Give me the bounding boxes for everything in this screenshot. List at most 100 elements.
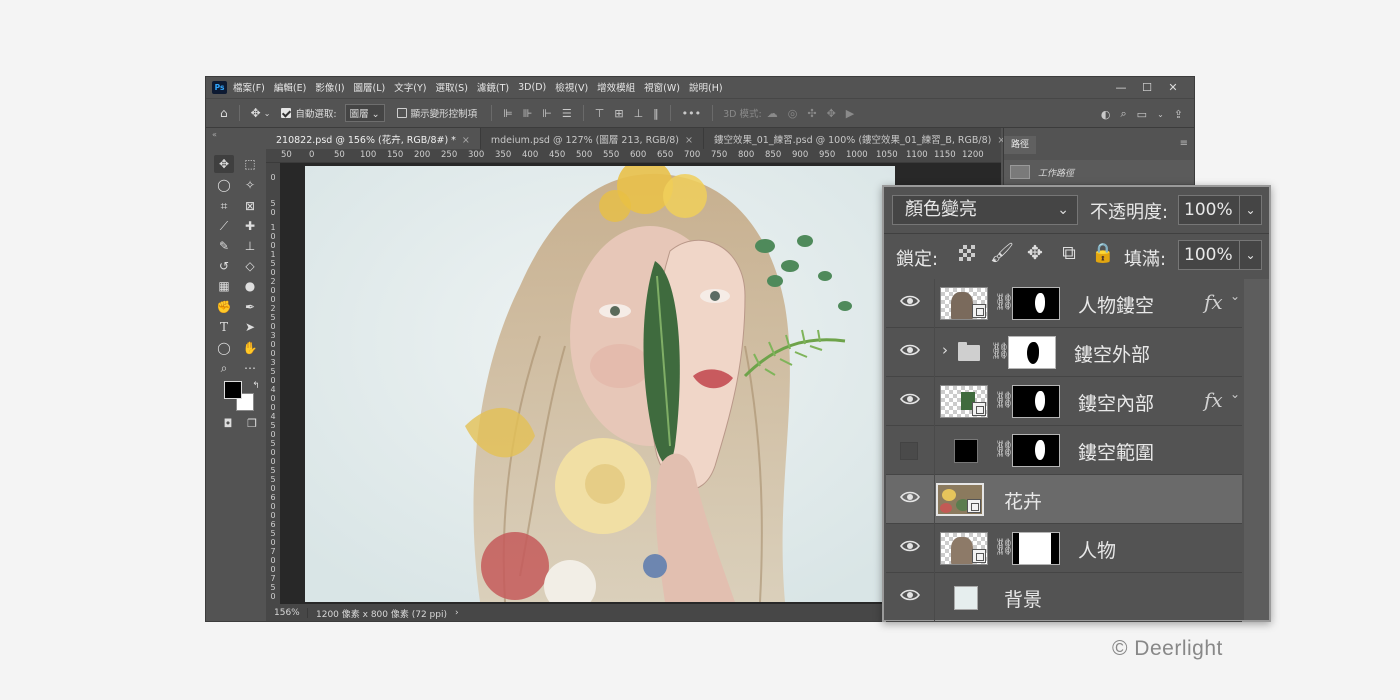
screen-mode-icon[interactable]: ❐	[242, 415, 262, 433]
eye-icon[interactable]	[900, 294, 920, 308]
menu-layer[interactable]: 圖層(L)	[354, 80, 386, 94]
menu-view[interactable]: 檢視(V)	[555, 80, 588, 94]
gradient-tool-icon[interactable]: ▦	[214, 277, 234, 295]
lasso-tool-icon[interactable]: ◯	[214, 176, 234, 194]
workspace-icon[interactable]: ▭	[1137, 108, 1147, 121]
minimize-icon[interactable]: —	[1108, 81, 1134, 94]
eyedropper-icon[interactable]: ⟋	[214, 217, 234, 235]
tab-paths[interactable]: 路徑	[1004, 136, 1036, 154]
distribute-vertical-icon[interactable]: ‖	[653, 107, 659, 120]
chevron-down-icon[interactable]: ⌄	[1239, 196, 1261, 224]
align-left-icon[interactable]: ⊫	[503, 107, 513, 120]
link-icon[interactable]: ⛓	[990, 341, 1010, 363]
chevron-down-icon[interactable]: ⌄	[1230, 387, 1240, 401]
close-tab-icon[interactable]: ×	[462, 135, 470, 146]
layer-row-flowers[interactable]: 花卉	[886, 475, 1242, 524]
show-transform-checkbox[interactable]	[396, 108, 407, 118]
tab-hollow-effect[interactable]: 鏤空效果_01_練習.psd @ 100% (鏤空效果_01_練習_B, RGB…	[704, 128, 1017, 149]
foreground-color-swatch[interactable]	[224, 381, 242, 399]
type-tool-icon[interactable]: T	[214, 318, 234, 336]
pen-tool-icon[interactable]: ✒	[240, 298, 260, 316]
align-bottom-icon[interactable]: ⊥	[634, 107, 644, 120]
zoom-level[interactable]: 156%	[266, 608, 308, 618]
menu-plugins[interactable]: 增效模組	[597, 80, 635, 94]
layer-effects-icon[interactable]: fx	[1204, 290, 1223, 314]
quick-mask-icon[interactable]: ◘	[218, 415, 238, 433]
eye-icon[interactable]	[900, 490, 920, 504]
brush-tool-icon[interactable]: ✎	[214, 237, 234, 255]
eye-icon[interactable]	[900, 588, 920, 602]
chevron-down-icon[interactable]: ⌄	[1239, 241, 1261, 269]
3d-camera-icon[interactable]: ▶	[846, 107, 854, 120]
link-icon[interactable]: ⛓	[994, 292, 1014, 314]
stamp-tool-icon[interactable]: ⊥	[240, 237, 260, 255]
chevron-down-icon[interactable]: ⌄	[1230, 289, 1240, 303]
layer-row-person-cutout[interactable]: ⛓ 人物鏤空 fx ⌄	[886, 279, 1242, 328]
frame-tool-icon[interactable]: ⊠	[240, 197, 260, 215]
close-tab-icon[interactable]: ×	[685, 135, 693, 146]
lock-image-pixels-icon[interactable]: 🖌	[990, 241, 1014, 265]
move-tool-icon[interactable]: ✥	[214, 155, 234, 173]
3d-orbit-icon[interactable]: ☁	[767, 107, 778, 120]
menu-window[interactable]: 視窗(W)	[644, 80, 680, 94]
move-tool-icon[interactable]: ✥	[251, 106, 261, 120]
eye-icon[interactable]	[900, 539, 920, 553]
layer-row-background[interactable]: 背景	[886, 573, 1242, 622]
menu-select[interactable]: 選取(S)	[435, 80, 467, 94]
panel-menu-icon[interactable]: ≡	[1180, 138, 1188, 149]
menu-type[interactable]: 文字(Y)	[394, 80, 426, 94]
opacity-field[interactable]: 100% ⌄	[1178, 195, 1262, 225]
visibility-toggle-off[interactable]	[900, 442, 918, 460]
lock-artboard-icon[interactable]: ⧉	[1057, 241, 1081, 265]
menu-filter[interactable]: 濾鏡(T)	[477, 80, 509, 94]
link-icon[interactable]: ⛓	[994, 439, 1014, 461]
home-icon[interactable]: ⌂	[220, 106, 228, 120]
magic-wand-icon[interactable]: ✧	[240, 176, 260, 194]
3d-pan-icon[interactable]: ✣	[807, 107, 816, 120]
distribute-icon[interactable]: ☰	[562, 107, 572, 120]
layer-row-cutout-inner[interactable]: ⛓ 鏤空內部 fx ⌄	[886, 377, 1242, 426]
eraser-tool-icon[interactable]: ◇	[240, 257, 260, 275]
maximize-icon[interactable]: ☐	[1134, 81, 1160, 94]
document-canvas[interactable]	[305, 166, 895, 602]
blend-mode-dropdown[interactable]: 顏色變亮 ⌄	[892, 195, 1078, 225]
chevron-down-icon[interactable]: ⌄	[1157, 110, 1164, 119]
align-center-icon[interactable]: ⊪	[523, 107, 533, 120]
eye-icon[interactable]	[900, 343, 920, 357]
align-right-icon[interactable]: ⊩	[542, 107, 552, 120]
lock-position-icon[interactable]: ✥	[1023, 241, 1047, 265]
layer-row-cutout-outer[interactable]: › ⛓ 鏤空外部	[886, 328, 1242, 377]
chevron-right-icon[interactable]: ›	[942, 341, 948, 359]
menu-help[interactable]: 說明(H)	[689, 80, 723, 94]
marquee-tool-icon[interactable]: ⬚	[240, 155, 260, 173]
3d-roll-icon[interactable]: ◎	[788, 107, 798, 120]
menu-3d[interactable]: 3D(D)	[518, 82, 546, 93]
close-icon[interactable]: ✕	[1160, 81, 1186, 94]
swap-colors-icon[interactable]: ↰	[246, 377, 266, 395]
lock-transparent-pixels-icon[interactable]	[959, 245, 975, 261]
align-top-icon[interactable]: ⊤	[595, 107, 605, 120]
eye-icon[interactable]	[900, 392, 920, 406]
dodge-tool-icon[interactable]: ✊	[214, 298, 234, 316]
3d-slide-icon[interactable]: ✥	[827, 107, 836, 120]
layer-row-cutout-area[interactable]: ⛓ 鏤空範圍	[886, 426, 1242, 475]
blur-tool-icon[interactable]: ●	[240, 277, 260, 295]
ellipse-tool-icon[interactable]: ◯	[214, 339, 234, 357]
healing-brush-icon[interactable]: ✚	[240, 217, 260, 235]
share-user-icon[interactable]: ◐	[1101, 108, 1111, 121]
status-menu-icon[interactable]: ›	[455, 608, 459, 618]
history-brush-icon[interactable]: ↺	[214, 257, 234, 275]
link-icon[interactable]: ⛓	[994, 537, 1014, 559]
chevron-down-icon[interactable]: ⌄	[264, 109, 271, 118]
lock-all-icon[interactable]: 🔒	[1091, 241, 1115, 265]
tab-210822[interactable]: 210822.psd @ 156% (花卉, RGB/8#) * ×	[266, 128, 481, 149]
layer-row-person[interactable]: ⛓ 人物	[886, 524, 1242, 573]
layers-scroll-track[interactable]	[1244, 279, 1269, 620]
menu-file[interactable]: 檔案(F)	[233, 80, 265, 94]
fill-field[interactable]: 100% ⌄	[1178, 240, 1262, 270]
hand-tool-icon[interactable]: ✋	[240, 339, 260, 357]
more-options-icon[interactable]: •••	[682, 107, 701, 120]
link-icon[interactable]: ⛓	[994, 390, 1014, 412]
share-icon[interactable]: ⇪	[1174, 108, 1183, 121]
search-icon[interactable]: ⌕	[1121, 107, 1127, 121]
